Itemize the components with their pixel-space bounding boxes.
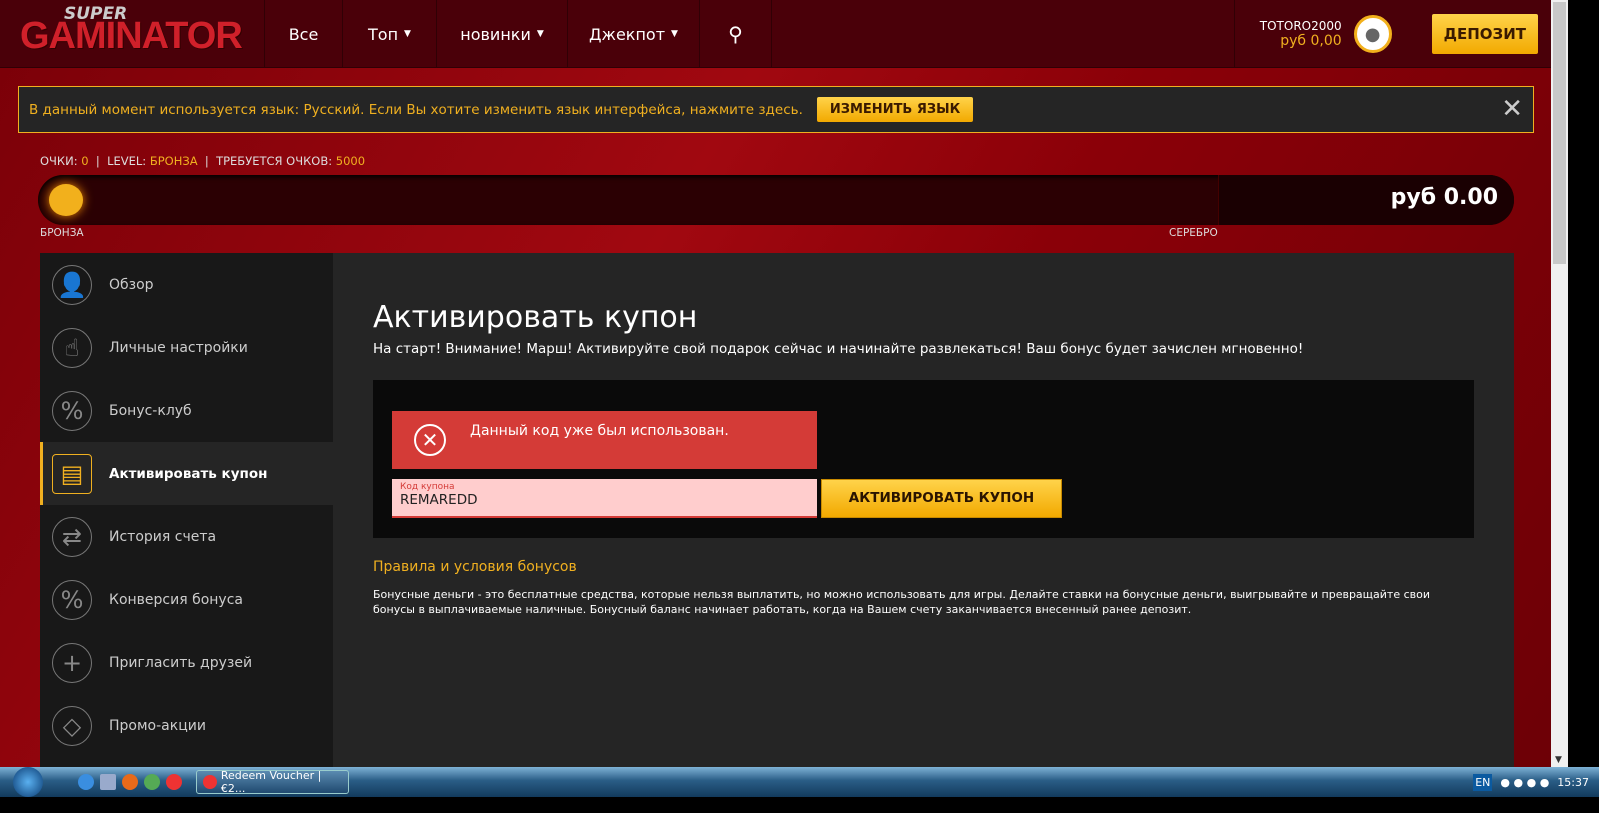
nav-label: Джекпот bbox=[589, 24, 666, 44]
nav-label: Все bbox=[288, 24, 319, 44]
coupon-code-label: Код купона bbox=[400, 482, 455, 492]
caret-down-icon: ▼ bbox=[404, 29, 411, 39]
language-indicator[interactable]: EN bbox=[1473, 773, 1493, 791]
bonus-rules-text: Бонусные деньги - это бесплатные средств… bbox=[373, 588, 1431, 616]
desktop-icon[interactable] bbox=[100, 774, 116, 790]
level-progress-bar: руб 0.00 bbox=[38, 175, 1514, 225]
sidebar-item-bonus-club[interactable]: % Бонус-клуб bbox=[40, 379, 333, 442]
deposit-button[interactable]: ДЕПОЗИТ bbox=[1431, 14, 1538, 54]
sidebar-item-activate-coupon[interactable]: ▤ Активировать купон bbox=[40, 442, 333, 505]
scrollbar-thumb[interactable] bbox=[1553, 2, 1566, 264]
firefox-icon[interactable] bbox=[122, 774, 138, 790]
coupon-icon: ▤ bbox=[52, 453, 92, 494]
search-icon[interactable]: ⚲ bbox=[700, 0, 772, 68]
sidebar-item-label: Конверсия бонуса bbox=[109, 591, 243, 608]
sidebar-item-label: Личные настройки bbox=[109, 339, 248, 356]
taskbar: Redeem Voucher | €2... EN ● ● ● ● 15:37 bbox=[0, 767, 1599, 797]
add-user-icon: + bbox=[52, 642, 92, 683]
coupon-code-value: REMAREDD bbox=[400, 492, 478, 508]
sidebar-item-invite-friends[interactable]: + Пригласить друзей bbox=[40, 631, 333, 694]
page-subtitle: На старт! Внимание! Марш! Активируйте св… bbox=[373, 341, 1304, 357]
username: TOTORO2000 bbox=[1259, 19, 1342, 33]
header: SUPER GAMINATOR Все Топ ▼ новинки ▼ Джекпот… bbox=[0, 0, 1551, 68]
ie-icon[interactable] bbox=[78, 774, 94, 790]
sidebar-item-label: Активировать купон bbox=[109, 465, 268, 482]
error-text: Данный код уже был использован. bbox=[470, 423, 729, 439]
tray-icons[interactable]: ● ● ● ● bbox=[1500, 776, 1549, 789]
sidebar-item-label: Бонус-клуб bbox=[109, 402, 192, 419]
chrome-icon[interactable] bbox=[166, 774, 182, 790]
nav-label: Топ bbox=[368, 24, 399, 44]
caret-down-icon: ▼ bbox=[671, 29, 678, 39]
sidebar-item-personal-settings[interactable]: ☝ Личные настройки bbox=[40, 316, 333, 379]
start-button[interactable] bbox=[8, 767, 48, 797]
chrome-icon bbox=[203, 775, 217, 789]
sidebar-item-label: Обзор bbox=[109, 276, 154, 293]
bonus-balance: руб 0.00 bbox=[1218, 175, 1514, 225]
scrollbar[interactable]: ▼ bbox=[1551, 0, 1568, 767]
language-banner-text[interactable]: В данный момент используется язык: Русск… bbox=[29, 102, 803, 118]
sidebar-item-account-history[interactable]: ⇄ История счета bbox=[40, 505, 333, 568]
error-icon: ✕ bbox=[414, 424, 446, 456]
nav-all[interactable]: Все bbox=[265, 0, 343, 68]
language-banner: В данный момент используется язык: Русск… bbox=[18, 86, 1534, 133]
arrows-icon: ⇄ bbox=[52, 516, 92, 557]
conversion-icon: % bbox=[52, 579, 92, 620]
clock[interactable]: 15:37 bbox=[1557, 776, 1589, 789]
sidebar-item-overview[interactable]: 👤 Обзор bbox=[40, 253, 333, 316]
sidebar-item-bonus-conversion[interactable]: % Конверсия бонуса bbox=[40, 568, 333, 631]
error-message: ✕ Данный код уже был использован. bbox=[392, 411, 817, 469]
avatar-icon[interactable]: ● bbox=[1353, 15, 1392, 53]
percent-badge-icon: % bbox=[52, 390, 92, 431]
fingerprint-icon: ☝ bbox=[52, 327, 92, 368]
nav-top[interactable]: Топ ▼ bbox=[343, 0, 437, 68]
user-icon: 👤 bbox=[52, 264, 92, 305]
utorrent-icon[interactable] bbox=[144, 774, 160, 790]
points-info: ОЧКИ: 0 | LEVEL: БРОНЗА | ТРЕБУЕТСЯ ОЧКО… bbox=[40, 154, 366, 168]
coin-icon bbox=[49, 184, 83, 216]
change-language-button[interactable]: ИЗМЕНИТЬ ЯЗЫК bbox=[816, 97, 974, 122]
page-title: Активировать купон bbox=[373, 300, 698, 335]
level-bronze-label: БРОНЗА bbox=[40, 227, 84, 239]
user-menu[interactable]: TOTORO2000 руб 0,00 ● bbox=[1233, 0, 1402, 68]
system-tray: EN ● ● ● ● 15:37 bbox=[1473, 767, 1589, 797]
coupon-code-input[interactable]: Код купона REMAREDD bbox=[392, 479, 817, 518]
windows-logo-icon bbox=[13, 767, 43, 797]
page: SUPER GAMINATOR Все Топ ▼ новинки ▼ Джекпот… bbox=[0, 0, 1551, 767]
coupon-form: ✕ Данный код уже был использован. Код куп… bbox=[373, 380, 1474, 538]
points-label: ОЧКИ: bbox=[40, 154, 78, 168]
logo[interactable]: SUPER GAMINATOR bbox=[0, 0, 265, 68]
sidebar-item-label: Промо-акции bbox=[109, 717, 206, 734]
task-label: Redeem Voucher | €2... bbox=[220, 769, 322, 795]
level-value: БРОНЗА bbox=[149, 154, 198, 168]
quick-launch bbox=[78, 774, 182, 790]
nav-jackpot[interactable]: Джекпот ▼ bbox=[568, 0, 700, 68]
close-icon[interactable]: ✕ bbox=[1501, 96, 1523, 122]
points-value: 0 bbox=[81, 154, 89, 168]
header-balance: руб 0,00 bbox=[1280, 33, 1342, 49]
bonus-rules-link[interactable]: Правила и условия бонусов bbox=[373, 559, 577, 575]
required-value: 5000 bbox=[335, 154, 366, 168]
level-label: LEVEL: bbox=[107, 154, 147, 168]
nav-label: новинки bbox=[460, 24, 531, 44]
logo-main: GAMINATOR bbox=[20, 15, 243, 57]
level-silver-label: СЕРЕБРО bbox=[1169, 227, 1218, 239]
nav-new[interactable]: новинки ▼ bbox=[437, 0, 568, 68]
activate-coupon-button[interactable]: АКТИВИРОВАТЬ КУПОН bbox=[821, 479, 1062, 518]
sidebar-item-label: История счета bbox=[109, 528, 217, 545]
taskbar-task-chrome[interactable]: Redeem Voucher | €2... bbox=[196, 769, 349, 795]
caret-down-icon: ▼ bbox=[536, 29, 544, 39]
scroll-down-icon[interactable]: ▼ bbox=[1555, 755, 1562, 765]
tag-icon: ◇ bbox=[52, 705, 92, 746]
required-label: ТРЕБУЕТСЯ ОЧКОВ: bbox=[216, 154, 333, 168]
sidebar-item-promotions[interactable]: ◇ Промо-акции bbox=[40, 694, 333, 757]
sidebar-item-label: Пригласить друзей bbox=[109, 654, 253, 671]
main-content: Активировать купон На старт! Внимание! М… bbox=[333, 253, 1514, 767]
sidebar: 👤 Обзор ☝ Личные настройки % Бонус-клуб ▤ Ак… bbox=[40, 253, 333, 767]
